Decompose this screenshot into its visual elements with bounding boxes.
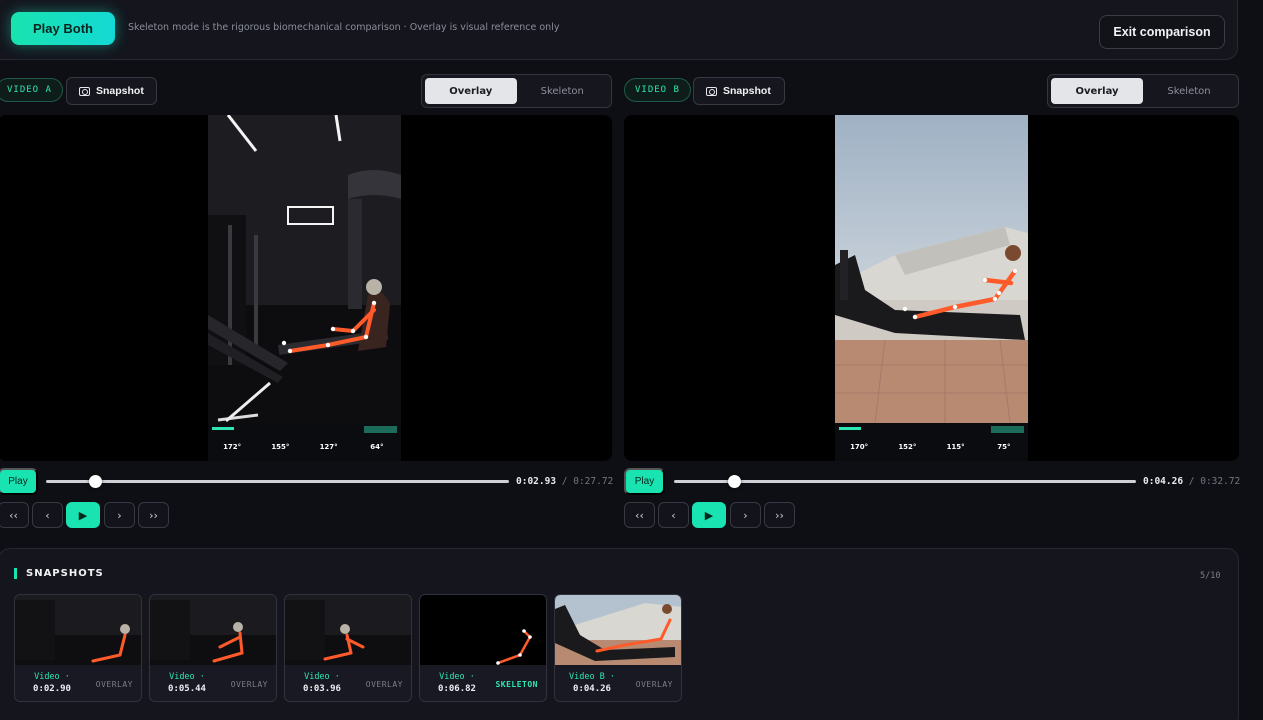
snapshot-thumbnail xyxy=(285,595,411,665)
current-time: 0:04.26 xyxy=(1143,476,1184,487)
snapshots-title: SNAPSHOTS xyxy=(14,568,104,579)
snapshot-label: Snapshot xyxy=(96,85,144,97)
mode-hint-text: Skeleton mode is the rigorous biomechani… xyxy=(128,22,560,33)
skip-forward-button[interactable]: ›› xyxy=(138,502,169,528)
snapshot-card[interactable]: Video B · 0:04.26 OVERLAY xyxy=(554,594,682,702)
angle-value: 152° xyxy=(898,443,917,451)
skeleton-tab-a[interactable]: Skeleton xyxy=(517,78,609,104)
view-mode-toggle-b: Overlay Skeleton xyxy=(1047,74,1239,108)
step-forward-button[interactable]: › xyxy=(104,502,135,528)
scrubber-thumb-b[interactable] xyxy=(728,475,742,488)
angle-value: 172° xyxy=(223,443,242,451)
snapshot-card[interactable]: Video · 0:02.90 OVERLAY xyxy=(14,594,142,702)
scrubber-thumb-a[interactable] xyxy=(89,475,103,488)
total-time: / 0:32.72 xyxy=(1188,476,1241,487)
snapshot-time: 0:02.90 xyxy=(33,684,71,694)
snapshot-card[interactable]: Video · 0:06.82 SKELETON xyxy=(419,594,547,702)
snapshot-button-b[interactable]: Snapshot xyxy=(693,77,785,105)
angle-value: 75° xyxy=(997,443,1011,451)
angle-value: 170° xyxy=(850,443,869,451)
video-a-label: VIDEO A xyxy=(0,78,63,102)
scrubber-track-a[interactable] xyxy=(46,480,509,483)
scrubber-track-b[interactable] xyxy=(674,480,1136,483)
video-stage-a[interactable]: 172° 155° 127° 64° xyxy=(0,115,612,461)
play-button-a[interactable]: Play xyxy=(0,468,38,495)
angle-value: 64° xyxy=(370,443,384,451)
snapshot-mode: OVERLAY xyxy=(230,680,268,689)
current-time: 0:02.93 xyxy=(516,476,557,487)
snapshot-mode: OVERLAY xyxy=(635,680,673,689)
snapshot-mode: OVERLAY xyxy=(365,680,403,689)
snapshot-thumbnail xyxy=(555,595,681,665)
exit-comparison-button[interactable]: Exit comparison xyxy=(1099,15,1225,49)
play-pause-button[interactable]: ▶ xyxy=(692,502,726,528)
snapshot-video: Video B · xyxy=(568,672,616,682)
video-b-label: VIDEO B xyxy=(624,78,691,102)
play-pause-button[interactable]: ▶ xyxy=(66,502,100,528)
rooftop-scene-image xyxy=(835,115,1028,461)
skip-forward-button[interactable]: ›› xyxy=(764,502,795,528)
step-forward-button[interactable]: › xyxy=(730,502,761,528)
snapshot-card[interactable]: Video · 0:05.44 OVERLAY xyxy=(149,594,277,702)
snapshot-time: 0:06.82 xyxy=(438,684,476,694)
skip-back-button[interactable]: ‹‹ xyxy=(0,502,29,528)
snapshot-thumbnail xyxy=(15,595,141,665)
view-mode-toggle-a: Overlay Skeleton xyxy=(421,74,612,108)
snapshot-time: 0:04.26 xyxy=(573,684,611,694)
snapshot-label: Snapshot xyxy=(723,85,771,97)
video-stage-b[interactable]: 170° 152° 115° 75° xyxy=(624,115,1239,461)
snapshot-video: Video · xyxy=(304,672,340,682)
camera-icon xyxy=(706,86,717,96)
angle-value: 127° xyxy=(319,443,338,451)
step-back-button[interactable]: ‹ xyxy=(658,502,689,528)
overlay-tab-b[interactable]: Overlay xyxy=(1051,78,1143,104)
snapshots-count: 5/10 xyxy=(1200,571,1221,581)
angle-hud-b: 170° 152° 115° 75° xyxy=(835,435,1028,451)
video-frame-a: 172° 155° 127° 64° xyxy=(208,115,401,461)
video-frame-b: 170° 152° 115° 75° xyxy=(835,115,1028,461)
snapshot-video: Video · xyxy=(169,672,205,682)
angle-value: 155° xyxy=(271,443,290,451)
total-time: / 0:27.72 xyxy=(561,476,614,487)
snapshot-thumbnail xyxy=(150,595,276,665)
play-both-button[interactable]: Play Both xyxy=(11,12,115,45)
snapshot-thumbnail xyxy=(420,595,546,665)
snapshot-button-a[interactable]: Snapshot xyxy=(66,77,157,105)
skeleton-tab-b[interactable]: Skeleton xyxy=(1143,78,1235,104)
play-button-b[interactable]: Play xyxy=(624,468,665,495)
snapshot-time: 0:05.44 xyxy=(168,684,206,694)
time-readout-b: 0:04.26 / 0:32.72 xyxy=(1143,476,1240,487)
snapshot-video: Video · xyxy=(34,672,70,682)
snapshot-video: Video · xyxy=(439,672,475,682)
snapshot-mode: OVERLAY xyxy=(95,680,133,689)
snapshot-time: 0:03.96 xyxy=(303,684,341,694)
overlay-tab-a[interactable]: Overlay xyxy=(425,78,517,104)
gym-scene-image xyxy=(208,115,401,461)
step-back-button[interactable]: ‹ xyxy=(32,502,63,528)
snapshot-card[interactable]: Video · 0:03.96 OVERLAY xyxy=(284,594,412,702)
time-readout-a: 0:02.93 / 0:27.72 xyxy=(516,476,613,487)
angle-hud-a: 172° 155° 127° 64° xyxy=(208,435,401,451)
snapshot-mode: SKELETON xyxy=(495,680,538,689)
camera-icon xyxy=(79,86,90,96)
skip-back-button[interactable]: ‹‹ xyxy=(624,502,655,528)
angle-value: 115° xyxy=(946,443,965,451)
